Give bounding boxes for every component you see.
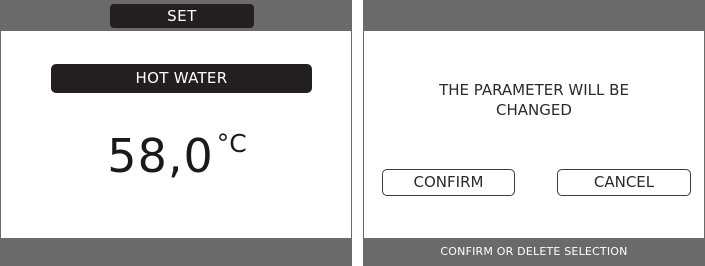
confirmation-message-line2: CHANGED [496,101,572,119]
confirm-button[interactable]: CONFIRM [382,169,515,196]
confirmation-message-line1: THE PARAMETER WILL BE [439,81,629,99]
parameter-value-display[interactable]: 58,0 °C [1,129,353,183]
header-bar [364,1,704,31]
parameter-name-label[interactable]: HOT WATER [51,64,312,93]
confirm-dialog-screen: THE PARAMETER WILL BE CHANGED CONFIRM CA… [363,0,705,266]
mode-label: SET [110,4,254,28]
confirmation-message: THE PARAMETER WILL BE CHANGED [364,80,704,120]
footer-hint: CONFIRM OR DELETE SELECTION [364,238,704,265]
set-screen: SET HOT WATER 58,0 °C [0,0,352,266]
cancel-button[interactable]: CANCEL [557,169,691,196]
temperature-unit: °C [216,129,247,158]
footer-bar [1,238,351,265]
header-bar: SET [1,1,351,31]
temperature-value: 58,0 [107,129,214,183]
